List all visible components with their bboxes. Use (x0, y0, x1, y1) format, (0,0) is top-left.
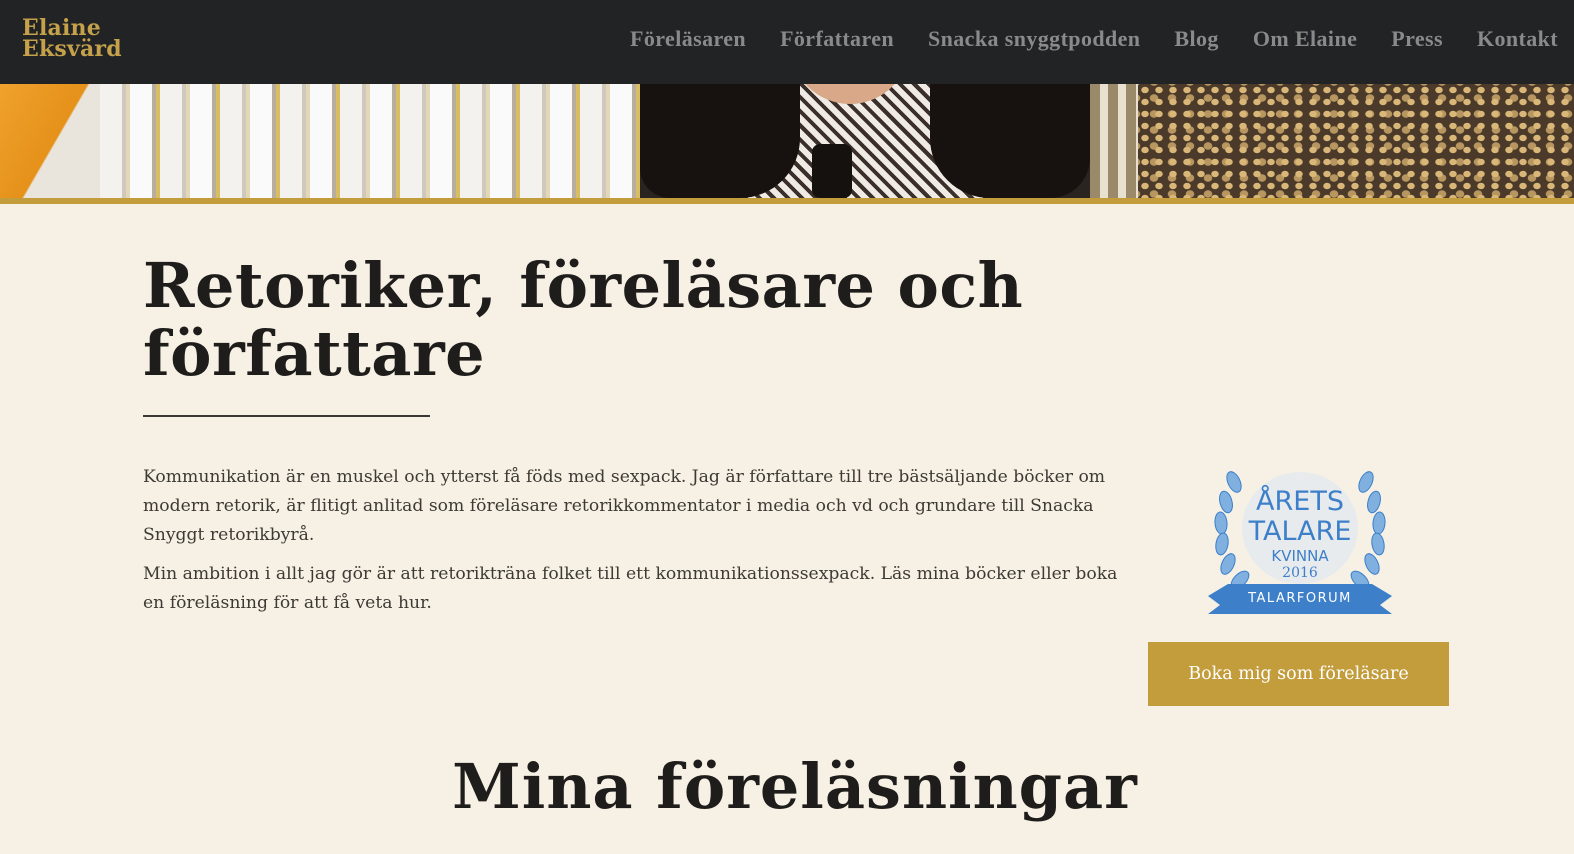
intro-paragraph-1: Kommunikation är en muskel och ytterst f… (143, 467, 1106, 545)
award-badge: ÅRETS TALARE KVINNA 2016 TALARFORUM (1208, 471, 1392, 614)
nav-item-press[interactable]: Press (1391, 26, 1443, 52)
nav-item-kontakt[interactable]: Kontakt (1477, 26, 1558, 52)
nav-item-forfattaren[interactable]: Författaren (780, 26, 894, 52)
nav-item-blog[interactable]: Blog (1174, 26, 1218, 52)
hero-divider (0, 198, 1574, 204)
hero-image (0, 84, 1574, 198)
nav-item-om-elaine[interactable]: Om Elaine (1253, 26, 1357, 52)
nav-item-podcast[interactable]: Snacka snyggtpodden (928, 26, 1140, 52)
page-title: Retoriker, föreläsare och författare (143, 249, 1024, 390)
site-header: Elaine Eksvärd Föreläsaren Författaren S… (0, 0, 1574, 84)
badge-line-2: TALARE (1248, 516, 1352, 547)
title-underline (143, 415, 430, 417)
badge-ribbon: TALARFORUM (1247, 591, 1352, 606)
badge-year: 2016 (1282, 565, 1318, 581)
nav-item-forelasaren[interactable]: Föreläsaren (630, 26, 746, 52)
main-nav: Föreläsaren Författaren Snacka snyggtpod… (596, 26, 1558, 52)
site-logo[interactable]: Elaine Eksvärd (22, 17, 142, 62)
section-title: Mina föreläsningar (452, 750, 1138, 823)
intro-text: Kommunikation är en muskel och ytterst f… (143, 463, 1118, 628)
badge-line-3: KVINNA (1271, 547, 1329, 565)
book-speaker-button[interactable]: Boka mig som föreläsare (1148, 642, 1449, 706)
logo-line-2: Eksvärd (22, 36, 122, 62)
badge-line-1: ÅRETS (1256, 485, 1344, 517)
intro-paragraph-2: Min ambition i allt jag gör är att retor… (143, 564, 1118, 613)
